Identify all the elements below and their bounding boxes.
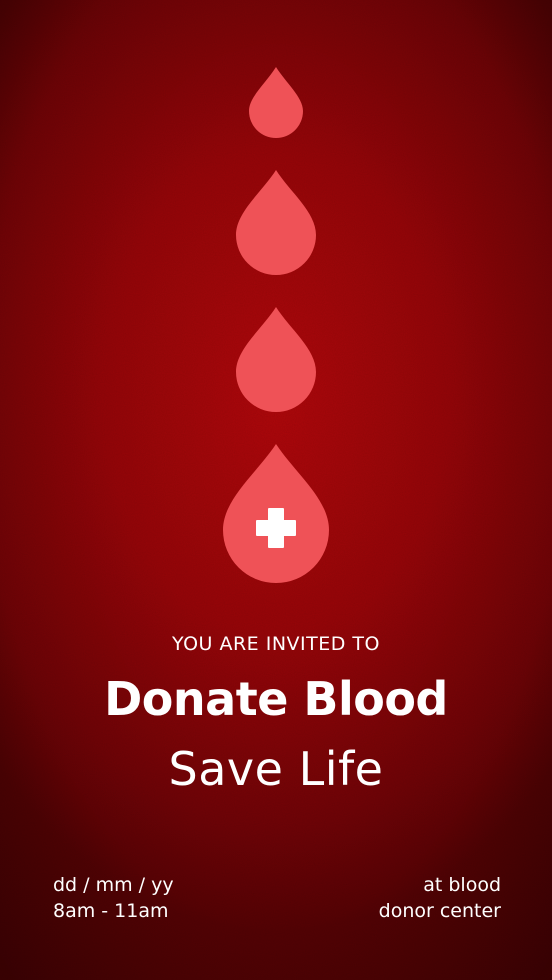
blood-drop-icon xyxy=(236,307,316,412)
blood-drop-icon xyxy=(249,67,303,138)
event-location: at blood donor center xyxy=(379,872,501,924)
event-time: 8am - 11am xyxy=(53,900,169,922)
blood-drop-icon xyxy=(236,170,316,275)
subtitle: Save Life xyxy=(168,742,384,796)
event-schedule: dd / mm / yy 8am - 11am xyxy=(53,872,174,924)
invite-text: YOU ARE INVITED TO xyxy=(172,633,380,655)
page-title: Donate Blood xyxy=(104,672,448,726)
poster: YOU ARE INVITED TO Donate Blood Save Lif… xyxy=(0,0,552,980)
event-date: dd / mm / yy xyxy=(53,874,174,896)
drops-illustration xyxy=(223,67,329,583)
location-line-1: at blood xyxy=(423,874,501,896)
location-line-2: donor center xyxy=(378,900,501,922)
